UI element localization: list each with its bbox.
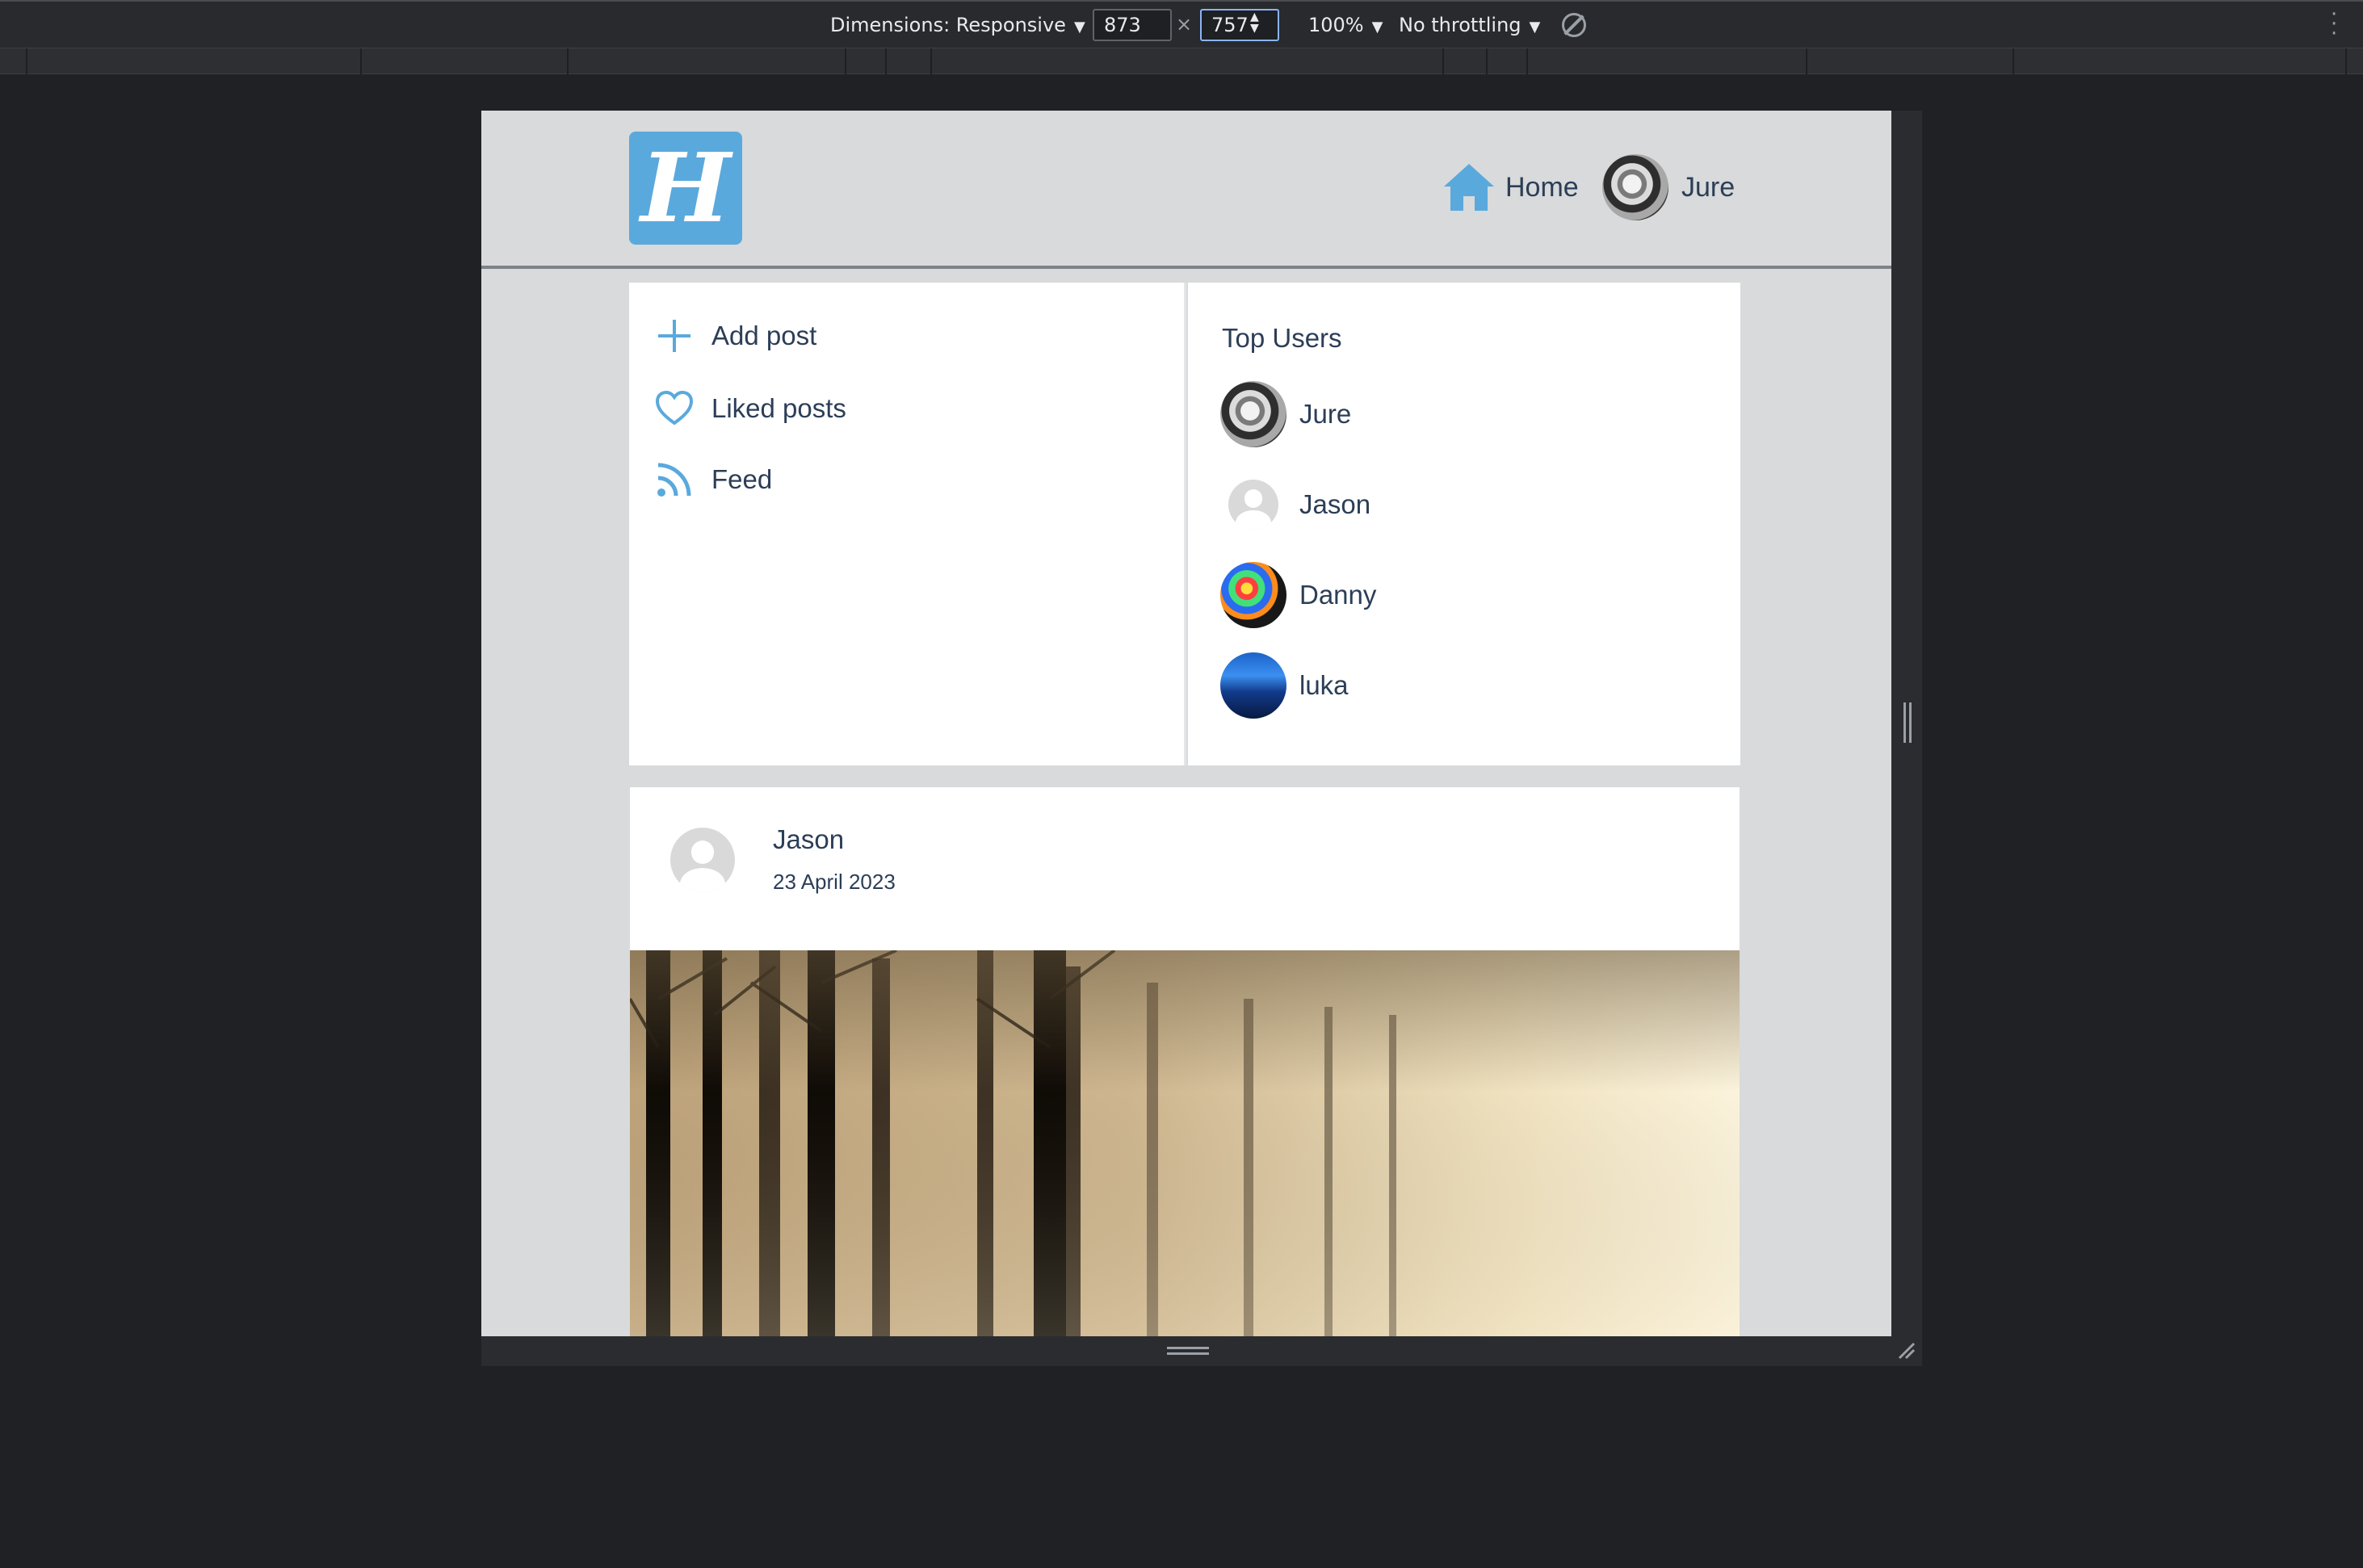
menu-item-add-post[interactable]: Add post (655, 312, 816, 360)
top-user-item[interactable]: Danny (1220, 562, 1376, 628)
nav-home-label: Home (1505, 171, 1579, 203)
avatar (1220, 652, 1286, 719)
top-user-name: Jure (1299, 399, 1352, 429)
top-user-item[interactable]: Jure (1220, 381, 1351, 447)
dimension-separator: × (1176, 13, 1193, 36)
post-author[interactable]: Jason (773, 824, 844, 855)
post-card: Jason 23 April 2023 (630, 787, 1740, 1336)
resize-corner-icon[interactable] (1898, 1342, 1916, 1360)
sidebar-menu: Add post Liked posts Feed (629, 283, 1186, 765)
more-options-icon[interactable]: · · · (2331, 4, 2337, 44)
height-spinner-icon[interactable]: ▲ ▼ (1250, 11, 1259, 34)
zoom-dropdown[interactable]: 100% ▼ (1308, 13, 1383, 40)
top-user-name: Jason (1299, 489, 1371, 519)
top-users-title: Top Users (1222, 323, 1342, 353)
width-input[interactable]: 873 (1093, 9, 1172, 41)
dimensions-dropdown[interactable]: Dimensions: Responsive ▼ (830, 13, 1085, 40)
post-date: 23 April 2023 (773, 870, 896, 894)
post-author-avatar[interactable] (670, 828, 735, 892)
site-logo[interactable]: H (629, 132, 742, 245)
media-query-ruler[interactable] (0, 48, 2363, 74)
nav-user-link[interactable]: Jure (1602, 154, 1735, 220)
throttling-dropdown[interactable]: No throttling ▼ (1399, 13, 1540, 40)
nav-user-label: Jure (1681, 171, 1736, 203)
dimensions-label: Dimensions: Responsive (830, 14, 1066, 36)
devtools-device-toolbar: Dimensions: Responsive ▼ 873 × 757 ▲ ▼ 100… (0, 0, 2363, 48)
height-input[interactable]: 757 (1200, 9, 1279, 41)
device-viewport: H Home Jure Add post Liked posts Feed To… (481, 111, 1891, 1336)
top-user-name: luka (1299, 670, 1349, 700)
resize-handle-bottom[interactable] (1167, 1347, 1209, 1355)
avatar (1220, 381, 1286, 447)
heart-icon (655, 390, 694, 426)
caret-down-icon: ▼ (1529, 19, 1541, 36)
plus-icon (658, 320, 690, 352)
zoom-label: 100% (1308, 14, 1364, 36)
avatar (1602, 154, 1668, 220)
avatar (1220, 562, 1286, 628)
top-user-item[interactable]: Jason (1220, 472, 1370, 538)
top-user-name: Danny (1299, 580, 1377, 610)
top-user-item[interactable]: luka (1220, 652, 1349, 719)
caret-down-icon: ▼ (1073, 19, 1085, 36)
menu-item-label: Liked posts (711, 393, 846, 423)
post-image[interactable] (630, 950, 1740, 1336)
top-users-panel: Top Users Jure Jason Danny luka (1188, 283, 1740, 765)
home-icon (1444, 164, 1494, 211)
rss-icon (657, 463, 691, 497)
nav-home-link[interactable]: Home (1442, 159, 1579, 216)
caret-down-icon: ▼ (1371, 19, 1383, 36)
resize-handle-right[interactable] (1903, 702, 1912, 743)
avatar (1228, 480, 1278, 530)
menu-item-label: Feed (711, 464, 773, 494)
rotate-icon[interactable] (1562, 13, 1586, 37)
post-header: Jason 23 April 2023 (630, 787, 1740, 950)
menu-item-feed[interactable]: Feed (655, 455, 772, 504)
menu-item-label: Add post (711, 321, 817, 350)
site-header: H Home Jure (481, 111, 1891, 269)
throttling-label: No throttling (1399, 14, 1521, 36)
menu-item-liked-posts[interactable]: Liked posts (655, 384, 846, 433)
